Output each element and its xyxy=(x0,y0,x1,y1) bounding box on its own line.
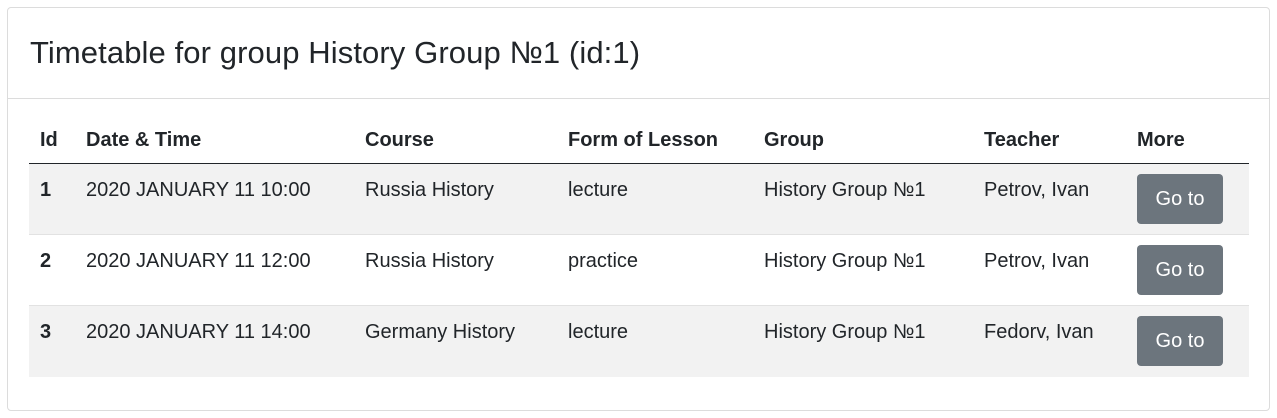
go-to-button[interactable]: Go to xyxy=(1137,316,1223,366)
cell-form: lecture xyxy=(557,305,753,377)
cell-more: Go to xyxy=(1126,305,1249,377)
card-body: Id Date & Time Course Form of Lesson Gro… xyxy=(8,118,1269,377)
timetable-table: Id Date & Time Course Form of Lesson Gro… xyxy=(29,118,1249,377)
cell-form: practice xyxy=(557,234,753,306)
cell-course: Germany History xyxy=(354,305,557,377)
cell-teacher: Fedorv, Ivan xyxy=(973,305,1126,377)
go-to-button[interactable]: Go to xyxy=(1137,245,1223,295)
column-header-teacher: Teacher xyxy=(973,118,1126,164)
table-header: Id Date & Time Course Form of Lesson Gro… xyxy=(29,118,1249,164)
column-header-course: Course xyxy=(354,118,557,164)
card-header: Timetable for group History Group №1 (id… xyxy=(8,8,1269,99)
column-header-more: More xyxy=(1126,118,1249,164)
column-header-group: Group xyxy=(753,118,973,164)
column-header-form: Form of Lesson xyxy=(557,118,753,164)
cell-more: Go to xyxy=(1126,234,1249,306)
cell-datetime: 2020 JANUARY 11 10:00 xyxy=(75,163,354,235)
cell-course: Russia History xyxy=(354,163,557,235)
table-row: 2 2020 JANUARY 11 12:00 Russia History p… xyxy=(29,234,1249,306)
cell-more: Go to xyxy=(1126,163,1249,235)
cell-group: History Group №1 xyxy=(753,234,973,306)
column-header-id: Id xyxy=(29,118,75,164)
cell-group: History Group №1 xyxy=(753,163,973,235)
cell-id: 2 xyxy=(29,234,75,306)
page-title: Timetable for group History Group №1 (id… xyxy=(30,35,641,70)
cell-id: 3 xyxy=(29,305,75,377)
go-to-button[interactable]: Go to xyxy=(1137,174,1223,224)
cell-form: lecture xyxy=(557,163,753,235)
cell-datetime: 2020 JANUARY 11 14:00 xyxy=(75,305,354,377)
cell-group: History Group №1 xyxy=(753,305,973,377)
cell-teacher: Petrov, Ivan xyxy=(973,234,1126,306)
table-row: 1 2020 JANUARY 11 10:00 Russia History l… xyxy=(29,163,1249,235)
cell-course: Russia History xyxy=(354,234,557,306)
cell-teacher: Petrov, Ivan xyxy=(973,163,1126,235)
table-body: 1 2020 JANUARY 11 10:00 Russia History l… xyxy=(29,163,1249,377)
column-header-datetime: Date & Time xyxy=(75,118,354,164)
table-row: 3 2020 JANUARY 11 14:00 Germany History … xyxy=(29,305,1249,377)
timetable-card: Timetable for group History Group №1 (id… xyxy=(7,7,1270,411)
cell-datetime: 2020 JANUARY 11 12:00 xyxy=(75,234,354,306)
cell-id: 1 xyxy=(29,163,75,235)
header-row: Id Date & Time Course Form of Lesson Gro… xyxy=(29,118,1249,164)
